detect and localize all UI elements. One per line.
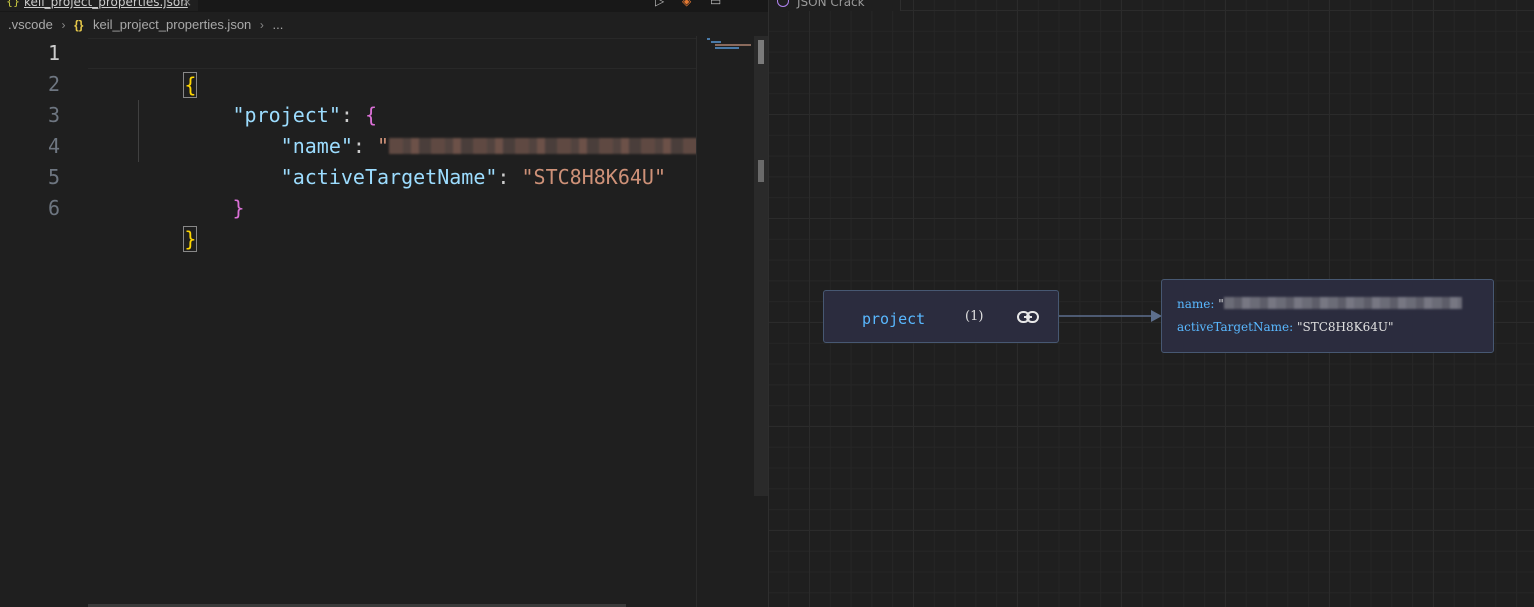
close-brace: } (232, 196, 245, 220)
minimap-line (715, 47, 739, 49)
node-row-active-target: activeTargetName: "STC8H8K64U" (1177, 320, 1394, 334)
json-key: "activeTargetName" (280, 165, 498, 189)
line-number: 2 (47, 72, 60, 96)
code-lines[interactable]: { "project": { "name": " "activeTargetNa… (88, 36, 696, 607)
line-number: 6 (47, 196, 60, 220)
editor-tab-bar: {} keil_project_properties.json × ▷ ◈ ▭ (0, 0, 768, 12)
graph-node-project[interactable]: project (1) (823, 290, 1059, 343)
line-number: 5 (47, 165, 60, 189)
vertical-scrollbar[interactable] (754, 36, 768, 496)
tab-label: keil_project_properties.json (24, 0, 188, 9)
code-line[interactable]: "activeTargetName": "STC8H8K64U" (88, 131, 666, 189)
breadcrumb-file[interactable]: keil_project_properties.json (93, 14, 251, 36)
code-editor[interactable]: 1 2 3 4 5 6 { "project": { "name": " "ac… (0, 36, 696, 607)
minimap-line (711, 41, 721, 43)
line-number: 1 (47, 41, 60, 65)
line-number: 4 (47, 134, 60, 158)
json-file-icon: {} (74, 18, 84, 32)
node-child-count: (1) (965, 309, 984, 324)
code-line[interactable]: "project": { (88, 69, 378, 127)
scrollbar-marker (758, 160, 764, 182)
json-crack-canvas[interactable]: JSON Crack project (1) name: " activeTar… (768, 0, 1534, 607)
compare-icon[interactable]: ◈ (682, 0, 691, 8)
line-number: 3 (47, 103, 60, 127)
chevron-right-icon: › (61, 18, 66, 32)
split-editor-icon[interactable]: ▭ (710, 0, 721, 8)
breadcrumb: .vscode › {} keil_project_properties.jso… (0, 14, 768, 36)
code-line[interactable]: } (88, 162, 245, 220)
tab-keil-project-properties[interactable]: {} keil_project_properties.json × (0, 0, 198, 11)
close-tab-icon[interactable]: × (182, 0, 192, 11)
graph-node-project-fields[interactable]: name: " activeTargetName: "STC8H8K64U" (1161, 279, 1494, 353)
json-string: "STC8H8K64U" (521, 165, 667, 189)
chevron-right-icon: › (259, 18, 264, 32)
breadcrumb-folder[interactable]: .vscode (8, 14, 53, 36)
code-line[interactable]: "name": " (88, 100, 696, 158)
code-line[interactable]: } (88, 193, 198, 252)
line-number-gutter: 1 2 3 4 5 6 (0, 36, 80, 607)
minimap-line (707, 38, 710, 40)
minimap[interactable] (696, 36, 754, 607)
code-line[interactable]: { (88, 38, 696, 98)
node-label: project (862, 310, 926, 328)
breadcrumb-more[interactable]: ... (273, 14, 284, 36)
node-row-name: name: " (1177, 297, 1462, 311)
editor-pane: {} keil_project_properties.json × ▷ ◈ ▭ … (0, 0, 768, 607)
json-file-icon: {} (6, 0, 20, 8)
minimap-line (715, 44, 751, 46)
scrollbar-thumb[interactable] (758, 40, 764, 64)
redacted-value (1223, 297, 1462, 309)
link-icon[interactable] (1016, 307, 1040, 327)
close-brace: } (183, 226, 198, 252)
run-icon[interactable]: ▷ (655, 0, 664, 8)
